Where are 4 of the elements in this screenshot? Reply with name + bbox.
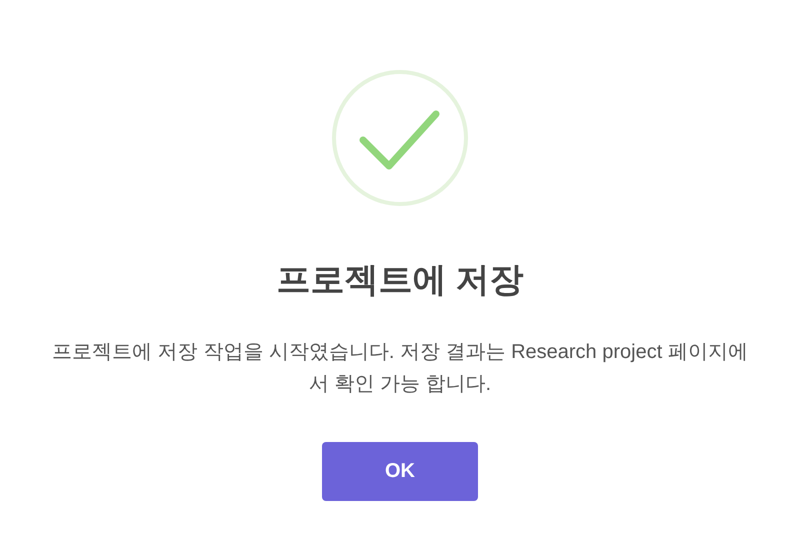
dialog-title: 프로젝트에 저장 bbox=[276, 260, 524, 300]
ok-button[interactable]: OK bbox=[322, 442, 478, 501]
checkmark-icon bbox=[330, 68, 470, 208]
dialog-message: 프로젝트에 저장 작업을 시작였습니다. 저장 결과는 Research project 페이지에서 확인 가능 합니다. bbox=[51, 340, 749, 397]
